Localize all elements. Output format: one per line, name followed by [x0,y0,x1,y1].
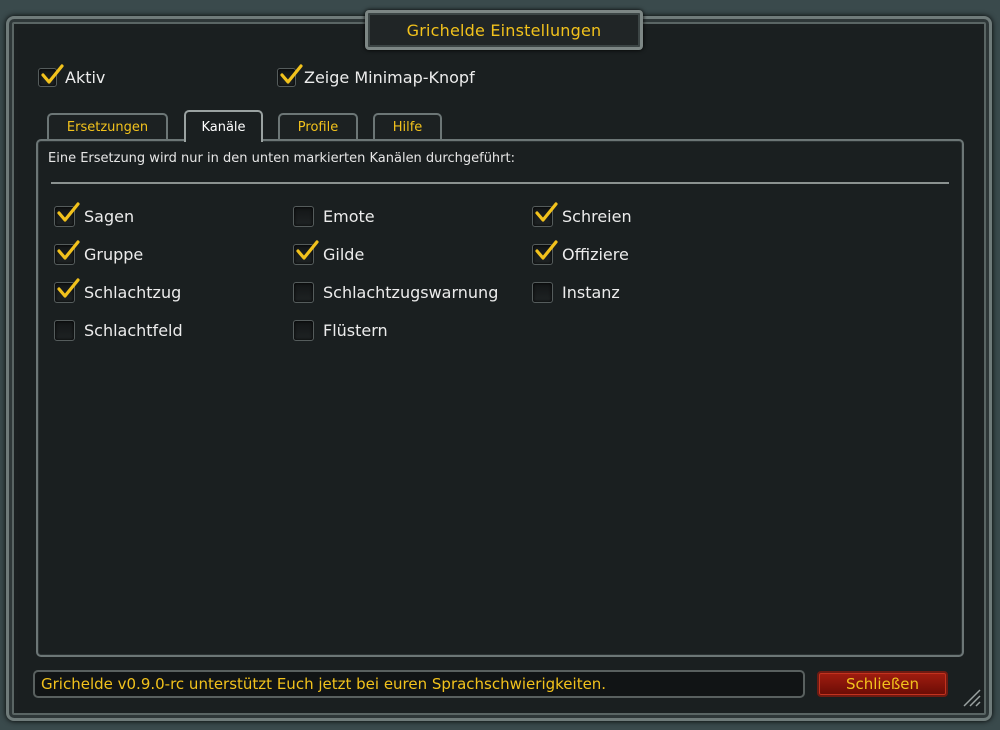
channel-label: Sagen [84,207,135,226]
channel-schlachtfeld[interactable]: Schlachtfeld [54,320,183,341]
channel-checkbox[interactable] [293,320,314,341]
channel-fluestern[interactable]: Flüstern [293,320,388,341]
window-title-box: Grichelde Einstellungen [365,10,643,50]
channel-schlachtzug[interactable]: Schlachtzug [54,278,182,303]
aktiv-checkbox-row[interactable]: Aktiv [38,64,106,87]
channel-checkbox[interactable] [532,240,558,265]
channel-checkbox[interactable] [532,202,558,227]
channels-description: Eine Ersetzung wird nur in den unten mar… [48,151,515,166]
checkmark-icon [296,240,319,260]
tab-ersetzungen[interactable]: Ersetzungen [47,113,168,139]
channel-checkbox[interactable] [54,202,80,227]
channel-offiziere[interactable]: Offiziere [532,240,629,265]
status-bar: Grichelde v0.9.0-rc unterstützt Euch jet… [33,670,805,698]
minimap-checkbox[interactable] [277,64,303,87]
checkmark-icon [535,202,558,222]
channel-label: Gilde [323,245,365,264]
channel-checkbox[interactable] [293,240,319,265]
aktiv-label: Aktiv [65,68,106,87]
channel-schreien[interactable]: Schreien [532,202,632,227]
channel-gilde[interactable]: Gilde [293,240,365,265]
channel-checkbox[interactable] [54,278,80,303]
channel-label: Flüstern [323,321,388,340]
checkmark-icon [57,278,80,298]
channel-emote[interactable]: Emote [293,206,375,227]
status-text: Grichelde v0.9.0-rc unterstützt Euch jet… [41,675,607,693]
channel-label: Schreien [562,207,632,226]
channel-checkbox[interactable] [293,206,314,227]
window-frame: Grichelde Einstellungen Aktiv Zeige Mini… [0,0,1000,730]
checkmark-icon [280,64,303,84]
resize-grip-icon[interactable] [960,686,982,708]
channel-gruppe[interactable]: Gruppe [54,240,144,265]
checkmark-icon [535,240,558,260]
tab-profile[interactable]: Profile [278,113,358,139]
channel-label: Instanz [562,283,620,302]
channel-checkbox[interactable] [54,240,80,265]
channel-label: Schlachtfeld [84,321,183,340]
checkmark-icon [41,64,64,84]
channel-sagen[interactable]: Sagen [54,202,135,227]
minimap-label: Zeige Minimap-Knopf [304,68,475,87]
window-title: Grichelde Einstellungen [406,20,602,40]
close-button[interactable]: Schließen [817,671,948,697]
checkmark-icon [57,240,80,260]
channel-label: Gruppe [84,245,144,264]
channels-panel: Eine Ersetzung wird nur in den unten mar… [36,139,964,657]
channel-checkbox[interactable] [293,282,314,303]
channel-label: Emote [323,207,375,226]
channel-instanz[interactable]: Instanz [532,282,620,303]
tab-kanaele[interactable]: Kanäle [184,110,263,142]
channel-label: Schlachtzug [84,283,182,302]
channel-checkbox[interactable] [54,320,75,341]
channel-checkbox[interactable] [532,282,553,303]
divider [51,182,949,184]
channel-label: Schlachtzugswarnung [323,283,499,302]
checkmark-icon [57,202,80,222]
tab-hilfe[interactable]: Hilfe [373,113,442,139]
minimap-checkbox-row[interactable]: Zeige Minimap-Knopf [277,64,475,87]
aktiv-checkbox[interactable] [38,64,64,87]
channel-label: Offiziere [562,245,629,264]
channel-schlachtzugswarnung[interactable]: Schlachtzugswarnung [293,282,498,303]
